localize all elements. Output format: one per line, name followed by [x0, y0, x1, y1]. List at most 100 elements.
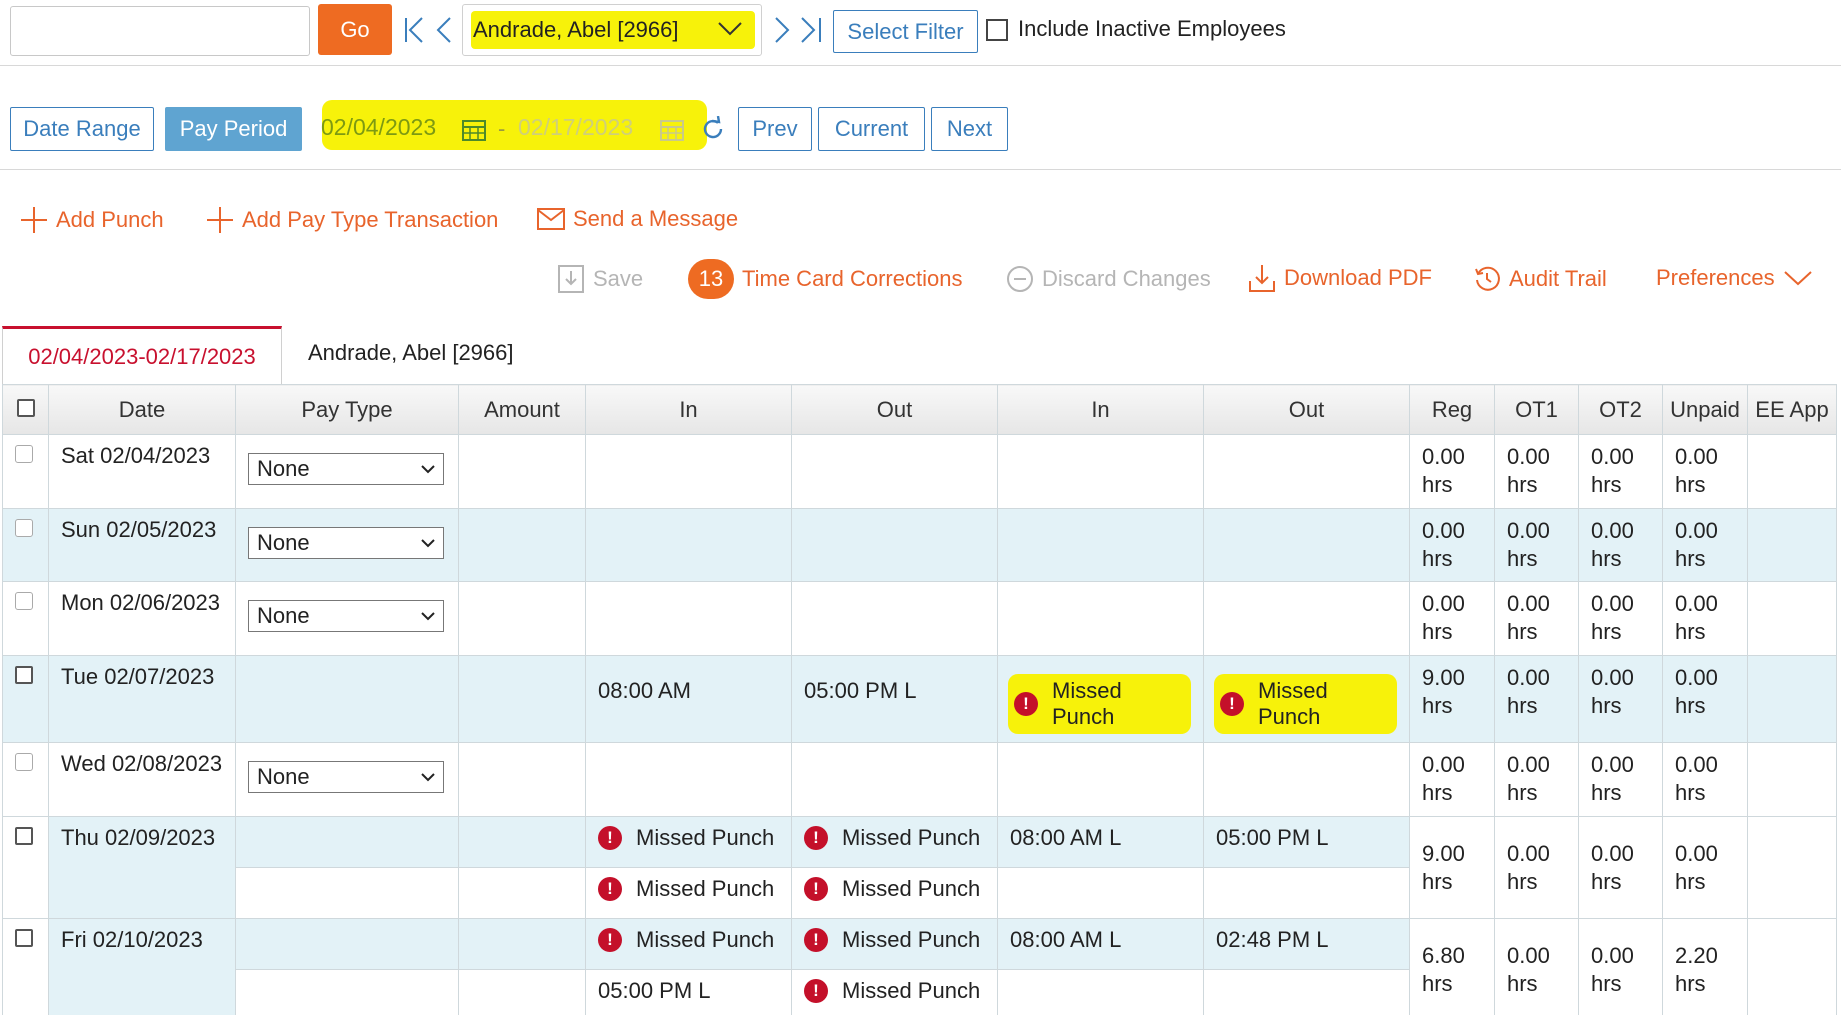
- out-cell[interactable]: 05:00 PM L: [791, 655, 998, 743]
- col-header-unpaid[interactable]: Unpaid: [1662, 384, 1748, 435]
- row-checkbox[interactable]: [15, 929, 33, 947]
- download-pdf-link[interactable]: Download PDF: [1248, 263, 1432, 293]
- col-header-ot2[interactable]: OT2: [1578, 384, 1663, 435]
- in-cell[interactable]: [997, 434, 1204, 509]
- save-button[interactable]: Save: [557, 264, 643, 294]
- out-cell[interactable]: [791, 742, 998, 817]
- pay-type-cell[interactable]: [235, 969, 459, 1015]
- in-cell[interactable]: [585, 434, 792, 509]
- in-cell[interactable]: [585, 581, 792, 656]
- col-header-ee-app[interactable]: EE App: [1747, 384, 1837, 435]
- next-button[interactable]: Next: [931, 107, 1008, 151]
- select-filter-button[interactable]: Select Filter: [833, 10, 978, 53]
- calendar-icon[interactable]: [462, 118, 486, 142]
- amount-cell[interactable]: [458, 918, 586, 970]
- out-cell[interactable]: [1203, 969, 1410, 1015]
- amount-cell[interactable]: [458, 969, 586, 1015]
- date-to-field[interactable]: 02/17/2023: [518, 114, 633, 141]
- pay-type-select[interactable]: None: [248, 600, 444, 632]
- in-cell[interactable]: 08:00 AM L: [997, 918, 1204, 970]
- row-checkbox[interactable]: [15, 519, 33, 537]
- row-checkbox[interactable]: [15, 753, 33, 771]
- amount-cell[interactable]: [458, 655, 586, 743]
- row-checkbox[interactable]: [15, 827, 33, 845]
- employee-dropdown[interactable]: Andrade, Abel [2966]: [462, 4, 762, 56]
- col-header-out-2[interactable]: Out: [1203, 384, 1410, 435]
- include-inactive-checkbox[interactable]: [986, 19, 1008, 41]
- select-all-checkbox[interactable]: [16, 398, 35, 417]
- add-pay-type-link[interactable]: Add Pay Type Transaction: [206, 206, 498, 234]
- discard-changes-button[interactable]: Discard Changes: [1006, 265, 1211, 293]
- amount-cell[interactable]: [458, 581, 586, 656]
- calendar-icon[interactable]: [660, 118, 684, 142]
- in-cell[interactable]: [997, 742, 1204, 817]
- in-cell[interactable]: [997, 508, 1204, 582]
- out-cell[interactable]: 05:00 PM L: [1203, 816, 1410, 868]
- last-employee-icon[interactable]: [796, 12, 824, 48]
- pay-type-cell[interactable]: [235, 655, 459, 743]
- in-cell[interactable]: ! Missed Punch: [585, 918, 792, 970]
- preferences-dropdown[interactable]: Preferences: [1656, 265, 1813, 291]
- audit-trail-link[interactable]: Audit Trail: [1473, 265, 1607, 293]
- current-button[interactable]: Current: [818, 107, 925, 151]
- out-cell[interactable]: ! Missed Punch: [791, 816, 998, 868]
- in-cell[interactable]: 05:00 PM L: [585, 969, 792, 1015]
- amount-cell[interactable]: [458, 867, 586, 919]
- time-card-corrections-link[interactable]: 13 Time Card Corrections: [688, 259, 962, 299]
- pay-period-button[interactable]: Pay Period: [165, 107, 302, 151]
- pay-type-cell[interactable]: [235, 918, 459, 970]
- employee-search-input[interactable]: [10, 6, 310, 56]
- previous-employee-icon[interactable]: [432, 12, 460, 48]
- pay-type-cell[interactable]: [235, 867, 459, 919]
- pay-type-select[interactable]: None: [248, 527, 444, 559]
- col-header-ot1[interactable]: OT1: [1494, 384, 1579, 435]
- in-cell[interactable]: ! Missed Punch: [585, 816, 792, 868]
- row-checkbox[interactable]: [15, 445, 33, 463]
- out-cell[interactable]: [1203, 867, 1410, 919]
- in-cell[interactable]: [585, 508, 792, 582]
- out-cell[interactable]: [1203, 508, 1410, 582]
- in-cell[interactable]: [997, 581, 1204, 656]
- out-cell[interactable]: ! Missed Punch: [1203, 655, 1410, 743]
- pay-type-cell[interactable]: [235, 816, 459, 868]
- in-cell[interactable]: 08:00 AM: [585, 655, 792, 743]
- go-button[interactable]: Go: [318, 4, 392, 55]
- next-employee-icon[interactable]: [768, 12, 796, 48]
- pay-type-select[interactable]: None: [248, 761, 444, 793]
- out-cell[interactable]: 02:48 PM L: [1203, 918, 1410, 970]
- refresh-icon[interactable]: [700, 116, 726, 142]
- in-cell[interactable]: ! Missed Punch: [997, 655, 1204, 743]
- col-header-date[interactable]: Date: [48, 384, 236, 435]
- row-checkbox[interactable]: [15, 592, 33, 610]
- date-from-field[interactable]: 02/04/2023: [321, 114, 436, 141]
- prev-button[interactable]: Prev: [738, 107, 812, 151]
- out-cell[interactable]: [1203, 581, 1410, 656]
- send-message-link[interactable]: Send a Message: [537, 206, 738, 232]
- add-punch-link[interactable]: Add Punch: [20, 206, 164, 234]
- col-header-in[interactable]: In: [585, 384, 792, 435]
- amount-cell[interactable]: [458, 742, 586, 817]
- row-checkbox[interactable]: [15, 666, 33, 684]
- col-header-in-2[interactable]: In: [997, 384, 1204, 435]
- out-cell[interactable]: ! Missed Punch: [791, 867, 998, 919]
- out-cell[interactable]: [1203, 434, 1410, 509]
- in-cell[interactable]: 08:00 AM L: [997, 816, 1204, 868]
- in-cell[interactable]: [997, 867, 1204, 919]
- date-range-button[interactable]: Date Range: [10, 107, 154, 151]
- col-header-amount[interactable]: Amount: [458, 384, 586, 435]
- in-cell[interactable]: ! Missed Punch: [585, 867, 792, 919]
- out-cell[interactable]: [1203, 742, 1410, 817]
- first-employee-icon[interactable]: [402, 12, 430, 48]
- amount-cell[interactable]: [458, 434, 586, 509]
- in-cell[interactable]: [585, 742, 792, 817]
- in-cell[interactable]: [997, 969, 1204, 1015]
- out-cell[interactable]: ! Missed Punch: [791, 969, 998, 1015]
- out-cell[interactable]: [791, 508, 998, 582]
- out-cell[interactable]: [791, 581, 998, 656]
- col-header-reg[interactable]: Reg: [1409, 384, 1495, 435]
- amount-cell[interactable]: [458, 508, 586, 582]
- amount-cell[interactable]: [458, 816, 586, 868]
- out-cell[interactable]: ! Missed Punch: [791, 918, 998, 970]
- tab-pay-period[interactable]: 02/04/2023-02/17/2023: [2, 326, 282, 384]
- out-cell[interactable]: [791, 434, 998, 509]
